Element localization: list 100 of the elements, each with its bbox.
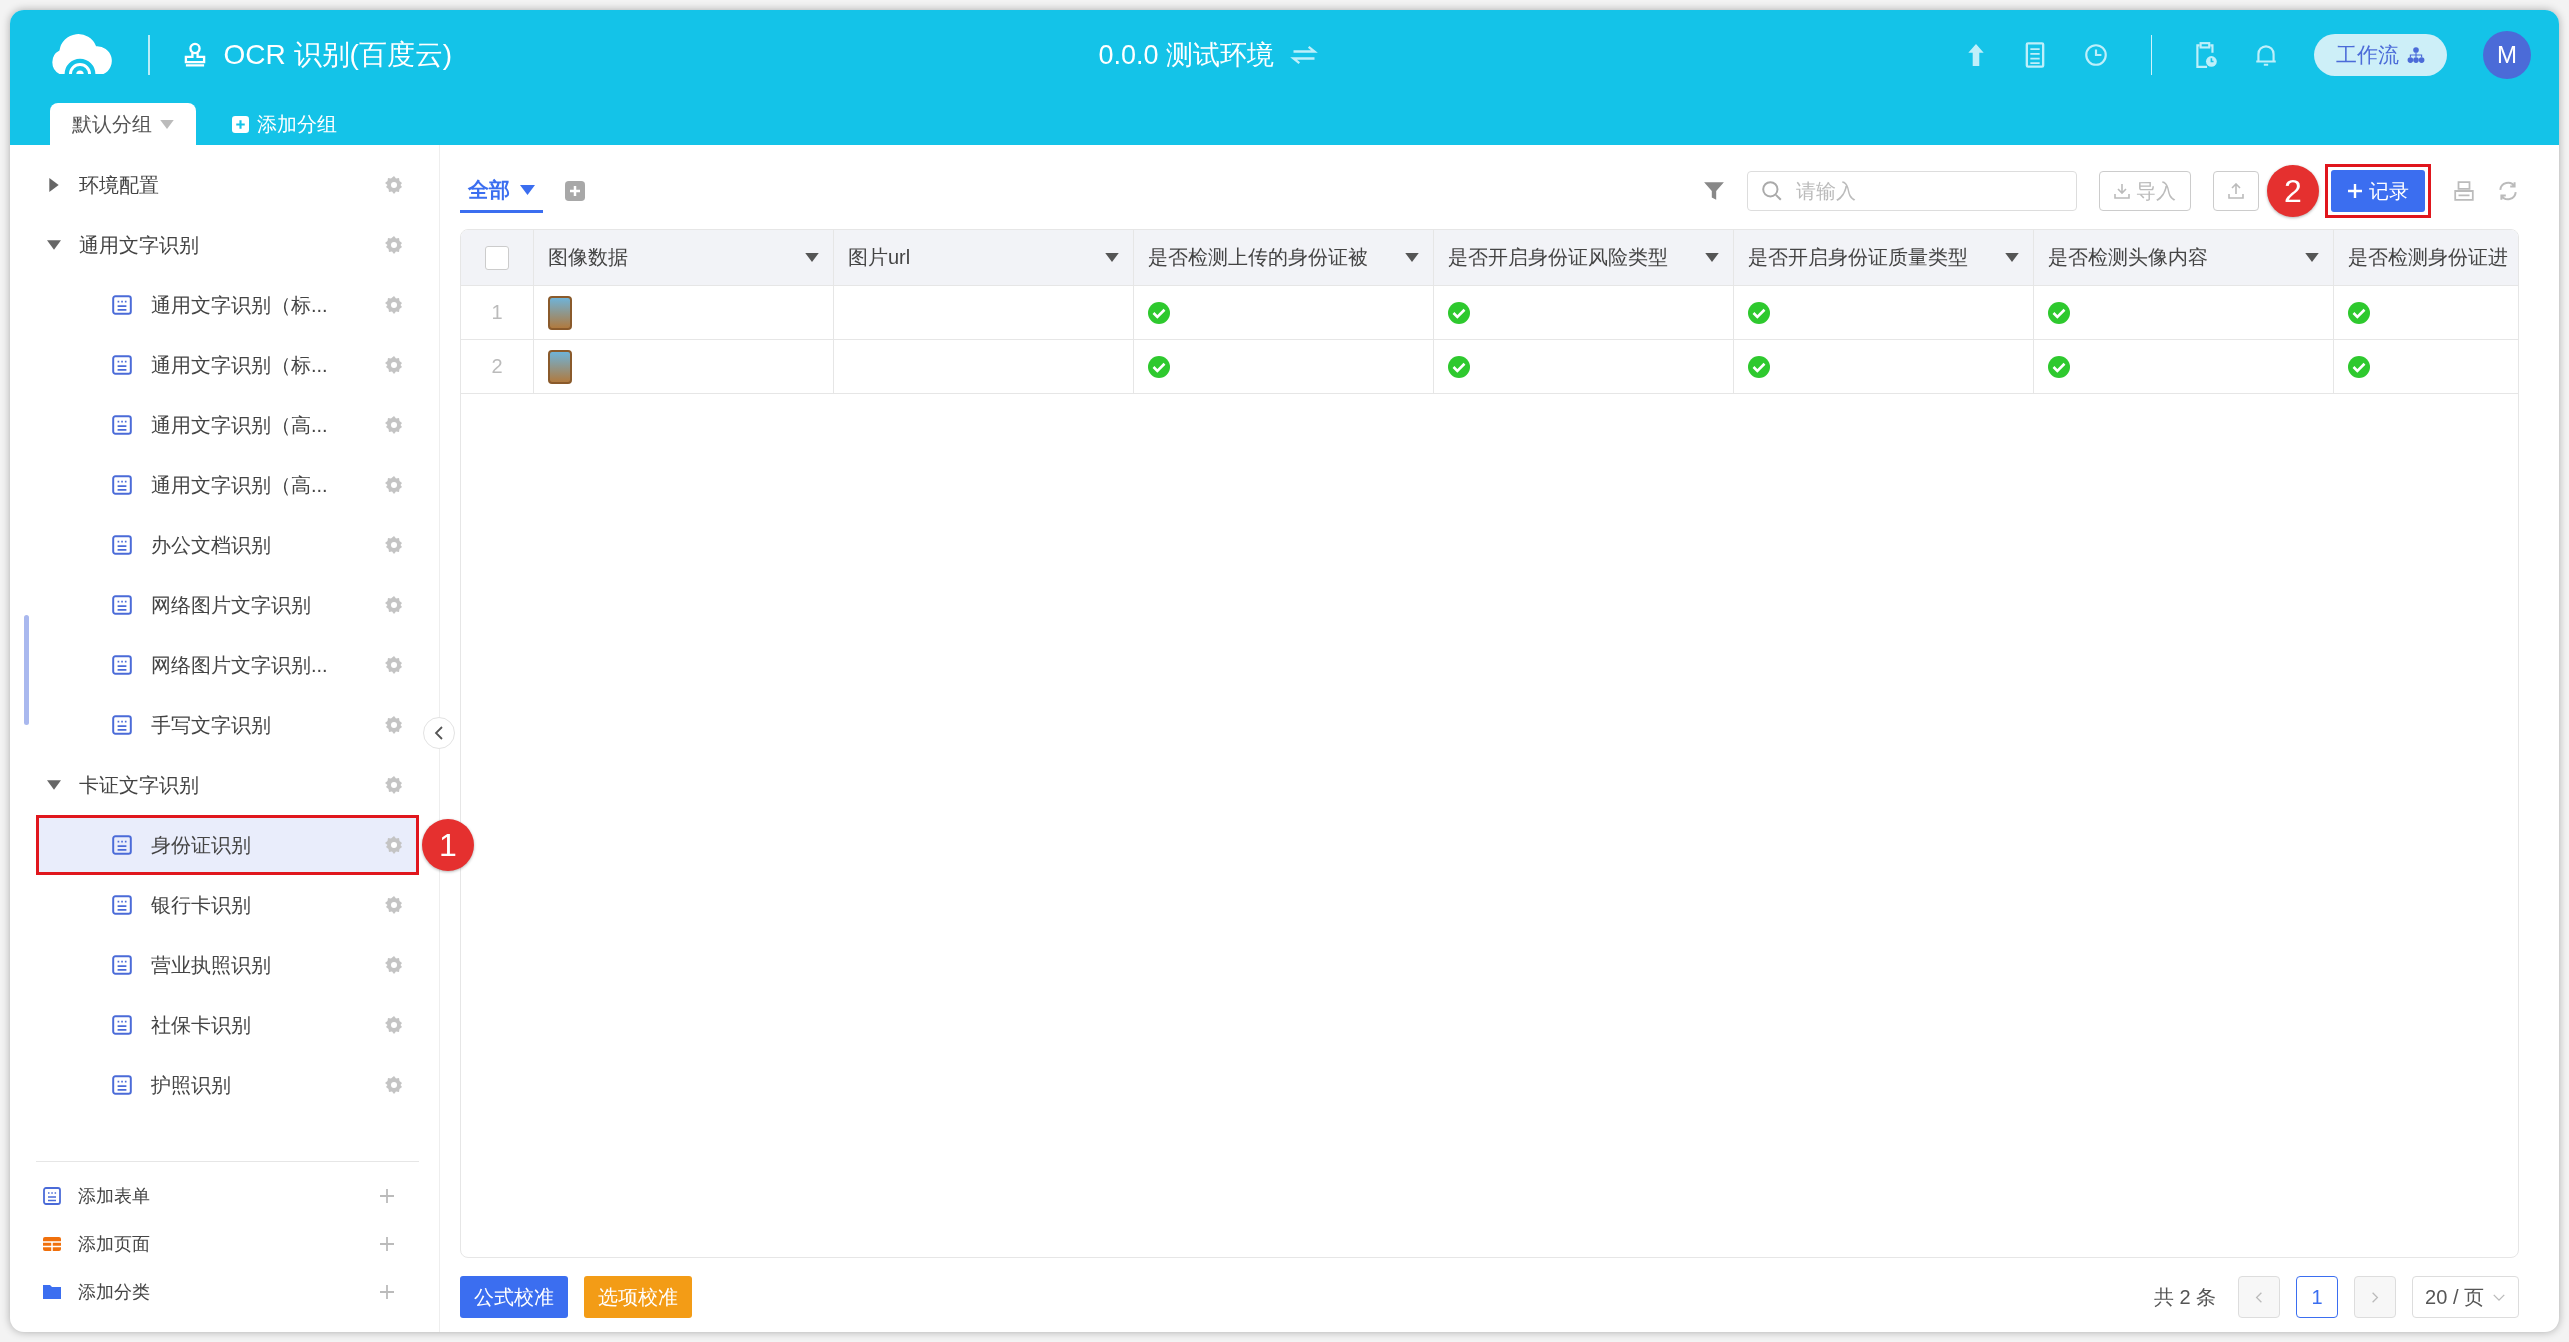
- settings-icon[interactable]: [384, 1015, 404, 1035]
- settings-icon[interactable]: [384, 835, 404, 855]
- settings-icon[interactable]: [384, 955, 404, 975]
- annotation-badge: 2: [2267, 165, 2319, 217]
- settings-icon[interactable]: [384, 355, 404, 375]
- image-thumbnail[interactable]: [548, 349, 572, 384]
- user-avatar[interactable]: M: [2483, 31, 2531, 79]
- caret-icon: [2305, 253, 2319, 262]
- form-icon: [111, 474, 133, 496]
- image-thumbnail[interactable]: [548, 295, 572, 330]
- form-icon: [111, 954, 133, 976]
- tree-item[interactable]: 办公文档识别: [36, 515, 419, 575]
- plus-square-icon: [232, 115, 249, 133]
- total-count: 共 2 条: [2153, 1284, 2217, 1310]
- caret-icon: [160, 119, 174, 129]
- settings-icon[interactable]: [384, 535, 404, 555]
- group-tab-label: 添加分组: [257, 111, 337, 137]
- tree-item[interactable]: 手写文字识别: [36, 695, 419, 755]
- settings-icon[interactable]: [384, 895, 404, 915]
- tree-item[interactable]: 护照识别: [36, 1055, 419, 1115]
- caret-icon: [1705, 253, 1719, 262]
- add-action[interactable]: 添加分类: [42, 1268, 395, 1316]
- settings-icon[interactable]: [384, 235, 404, 255]
- tree-folder[interactable]: 卡证文字识别: [36, 755, 419, 815]
- form-icon: [111, 894, 133, 916]
- tree-item[interactable]: 通用文字识别（标...: [36, 335, 419, 395]
- next-page-button[interactable]: [2354, 1276, 2397, 1318]
- bell-icon[interactable]: [2254, 42, 2278, 68]
- form-icon: [111, 294, 133, 316]
- row-number: 2: [491, 355, 503, 378]
- upload-icon: [2228, 183, 2244, 199]
- tree-item[interactable]: 通用文字识别（高...: [36, 395, 419, 455]
- tree-folder[interactable]: 通用文字识别: [36, 215, 419, 275]
- caret-icon: [47, 238, 61, 252]
- tree-item[interactable]: 通用文字识别（标...: [36, 275, 419, 335]
- scrollbar[interactable]: [24, 615, 29, 725]
- row-number: 1: [491, 301, 503, 324]
- add-action[interactable]: 添加表单: [42, 1172, 395, 1220]
- chevron-left-icon: [434, 725, 444, 741]
- column-header[interactable]: 图像数据: [534, 230, 834, 285]
- tree-item[interactable]: 银行卡识别: [36, 875, 419, 935]
- plus-icon: [379, 1284, 395, 1300]
- column-header[interactable]: 图片url: [834, 230, 1134, 285]
- app-title: OCR 识别(百度云): [223, 38, 453, 72]
- workflow-button[interactable]: 工作流: [2314, 34, 2447, 76]
- tree-item[interactable]: 营业执照识别: [36, 935, 419, 995]
- page-size-select[interactable]: 20 / 页: [2412, 1276, 2519, 1318]
- settings-icon[interactable]: [384, 175, 404, 195]
- tree-item[interactable]: 网络图片文字识别...: [36, 635, 419, 695]
- settings-icon[interactable]: [384, 655, 404, 675]
- annotation-badge: 1: [422, 819, 474, 871]
- caret-icon: [47, 178, 61, 192]
- column-header[interactable]: 是否检测头像内容: [2034, 230, 2334, 285]
- calibrate-button[interactable]: 公式校准: [460, 1276, 568, 1318]
- form-icon: [111, 1014, 133, 1036]
- settings-icon[interactable]: [384, 415, 404, 435]
- tree-item[interactable]: 通用文字识别（高...: [36, 455, 419, 515]
- group-tab-label: 默认分组: [72, 111, 152, 137]
- tree-item[interactable]: 社保卡识别: [36, 995, 419, 1055]
- search-icon: [1761, 180, 1783, 202]
- caret-icon: [1105, 253, 1119, 262]
- column-header[interactable]: 是否检测身份证进: [2334, 230, 2518, 285]
- settings-icon[interactable]: [384, 1075, 404, 1095]
- caret-icon: [520, 184, 535, 195]
- add-record-button[interactable]: 记录: [2331, 170, 2425, 212]
- column-header[interactable]: 是否开启身份证风险类型: [1434, 230, 1734, 285]
- tree-folder[interactable]: 环境配置: [36, 155, 419, 215]
- filter-icon[interactable]: [1703, 180, 1725, 202]
- page-button[interactable]: 1: [2296, 1276, 2339, 1318]
- plus-icon: [2347, 183, 2363, 199]
- form-icon: [111, 594, 133, 616]
- settings-icon[interactable]: [384, 715, 404, 735]
- plus-square-icon[interactable]: [565, 181, 585, 201]
- caret-icon: [2005, 253, 2019, 262]
- clock-icon[interactable]: [2082, 42, 2109, 68]
- add-action[interactable]: 添加页面: [42, 1220, 395, 1268]
- column-header[interactable]: 是否开启身份证质量类型: [1734, 230, 2034, 285]
- hierarchy-icon: [2407, 46, 2425, 64]
- settings-icon[interactable]: [384, 595, 404, 615]
- table-icon: [42, 1234, 62, 1254]
- group-tab[interactable]: 默认分组: [50, 103, 196, 145]
- clipboard-clock-icon[interactable]: [2194, 41, 2218, 69]
- caret-icon: [805, 253, 819, 262]
- tree-item[interactable]: 网络图片文字识别: [36, 575, 419, 635]
- chevron-left-icon: [2255, 1290, 2264, 1304]
- collapse-button[interactable]: [423, 717, 455, 749]
- select-all-checkbox[interactable]: [485, 245, 509, 270]
- settings-icon[interactable]: [384, 775, 404, 795]
- prev-page-button[interactable]: [2238, 1276, 2281, 1318]
- settings-icon[interactable]: [384, 475, 404, 495]
- plus-icon: [379, 1188, 395, 1204]
- search-field[interactable]: 请输入: [1747, 171, 2077, 211]
- switch-icon[interactable]: [1290, 43, 1319, 67]
- column-header[interactable]: 是否检测上传的身份证被: [1134, 230, 1434, 285]
- settings-icon[interactable]: [384, 295, 404, 315]
- refresh-icon[interactable]: [2497, 180, 2519, 202]
- printer-icon[interactable]: [2453, 180, 2475, 202]
- view-tab[interactable]: 全部: [460, 169, 543, 213]
- export-button[interactable]: [2213, 171, 2259, 211]
- caret-icon: [47, 778, 61, 792]
